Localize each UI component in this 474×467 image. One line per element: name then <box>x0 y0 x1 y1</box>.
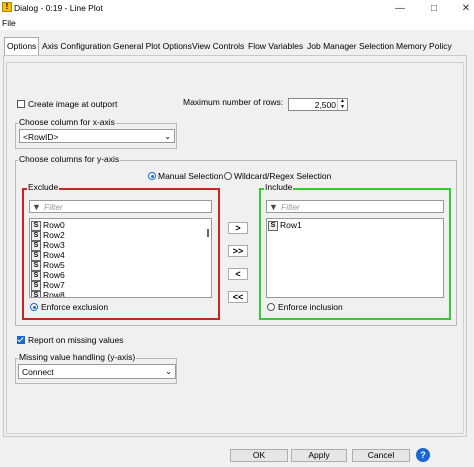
ok-button[interactable]: OK <box>230 449 288 462</box>
include-filter-placeholder: Filter <box>281 202 300 212</box>
list-item[interactable]: S Row6 <box>31 270 65 281</box>
apply-button[interactable]: Apply <box>291 449 347 462</box>
menu-file[interactable]: File <box>2 18 16 28</box>
exclude-title: Exclude <box>27 182 60 192</box>
spinner-arrows-icon[interactable]: ▲ ▼ <box>337 98 347 110</box>
exclude-list[interactable]: S Row0 S Row2 S Row3 S Row4 S Row5 S Row6 S Row… <box>29 218 212 298</box>
list-item[interactable]: S Row7 <box>31 280 65 291</box>
max-rows-label: Maximum number of rows: <box>183 97 284 107</box>
app-icon: ! <box>2 2 12 12</box>
include-filter-input[interactable]: ▼ Filter <box>266 200 444 213</box>
wildcard-selection-label: Wildcard/Regex Selection <box>234 171 332 181</box>
list-item[interactable]: S Row1 <box>268 220 302 231</box>
tab-axis-configuration[interactable]: Axis Configuration <box>40 38 113 54</box>
close-icon[interactable]: ✕ <box>451 0 474 17</box>
list-item[interactable]: S Row5 <box>31 260 65 271</box>
filter-icon: ▼ <box>32 202 41 212</box>
list-item[interactable]: S Row3 <box>31 240 65 251</box>
tab-options[interactable]: Options <box>4 37 40 56</box>
create-image-label: Create image at outport <box>28 99 118 109</box>
title-bar: ! Dialog - 0:19 - Line Plot — □ ✕ <box>0 0 474 17</box>
manual-selection-radio[interactable] <box>148 172 156 180</box>
window-title: Dialog - 0:19 - Line Plot <box>14 3 103 13</box>
tab-memory-policy[interactable]: Memory Policy <box>394 38 454 54</box>
exclude-filter-input[interactable]: ▼ Filter <box>29 200 212 213</box>
chevron-down-icon: ⌄ <box>165 367 172 376</box>
minimize-icon[interactable]: — <box>385 0 415 17</box>
y-axis-group-title: Choose columns for y-axis <box>18 154 121 164</box>
report-missing-label: Report on missing values <box>28 335 124 345</box>
enforce-exclusion-radio[interactable] <box>30 303 38 311</box>
report-missing-checkbox[interactable] <box>17 336 25 344</box>
include-title: Include <box>264 182 294 192</box>
exclude-scrollbar[interactable] <box>207 229 209 237</box>
list-item[interactable]: S Row0 <box>31 220 65 231</box>
filter-icon: ▼ <box>269 202 278 212</box>
enforce-inclusion-label: Enforce inclusion <box>278 302 343 312</box>
manual-selection-label: Manual Selection <box>158 171 224 181</box>
max-rows-spinner[interactable]: 2,500 ▲ ▼ <box>288 98 348 111</box>
remove-button[interactable]: < <box>228 268 248 280</box>
max-rows-value: 2,500 <box>314 100 336 110</box>
x-axis-value: <RowID> <box>23 132 59 142</box>
tab-general-plot-options[interactable]: General Plot Options <box>111 38 194 54</box>
missing-handling-combo[interactable]: Connect ⌄ <box>18 364 176 379</box>
add-button[interactable]: > <box>228 222 248 234</box>
missing-handling-title: Missing value handling (y-axis) <box>18 352 137 362</box>
tab-view-controls[interactable]: View Controls <box>190 38 246 54</box>
maximize-icon[interactable]: □ <box>419 0 449 17</box>
wildcard-selection-radio[interactable] <box>224 172 232 180</box>
exclude-filter-placeholder: Filter <box>44 202 63 212</box>
cancel-button[interactable]: Cancel <box>352 449 410 462</box>
add-all-button[interactable]: >> <box>228 245 248 257</box>
missing-handling-value: Connect <box>22 367 54 377</box>
tab-bar: Options Axis Configuration General Plot … <box>0 37 474 56</box>
help-icon[interactable]: ? <box>416 448 430 462</box>
enforce-exclusion-label: Enforce exclusion <box>41 302 109 312</box>
menu-bar: File <box>0 17 474 30</box>
list-item[interactable]: S Row2 <box>31 230 65 241</box>
x-axis-group-title: Choose column for x-axis <box>18 117 116 127</box>
tab-flow-variables[interactable]: Flow Variables <box>246 38 305 54</box>
tab-job-manager-selection[interactable]: Job Manager Selection <box>305 38 396 54</box>
x-axis-combo[interactable]: <RowID> ⌄ <box>19 129 175 143</box>
list-item[interactable]: S Row4 <box>31 250 65 261</box>
enforce-inclusion-radio[interactable] <box>267 303 275 311</box>
list-item[interactable]: S Row8 <box>31 290 65 297</box>
chevron-down-icon: ⌄ <box>164 132 171 141</box>
remove-all-button[interactable]: << <box>228 291 248 303</box>
create-image-checkbox[interactable] <box>17 100 25 108</box>
include-list[interactable]: S Row1 <box>266 218 444 298</box>
